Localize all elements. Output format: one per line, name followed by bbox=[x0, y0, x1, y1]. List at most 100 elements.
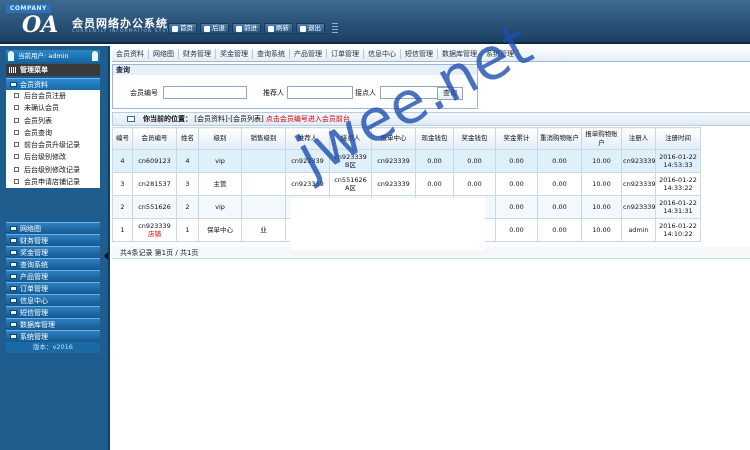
logout-button[interactable]: 退出 bbox=[296, 23, 325, 34]
member-id[interactable]: cn923339 bbox=[138, 222, 171, 230]
member-id-label: 会员编号 bbox=[130, 89, 158, 97]
toolbar-grip-icon bbox=[332, 23, 338, 34]
cell-level: 保单中心 bbox=[198, 218, 242, 242]
sidebar-item-level-edit-log[interactable]: 后台级别修改记录 bbox=[6, 163, 100, 177]
cell-order-account: 10.00 bbox=[581, 149, 622, 173]
sidebar-item-orders[interactable]: 订单管理 bbox=[6, 282, 100, 294]
cell-name: 4 bbox=[176, 149, 199, 173]
sidebar-item-register[interactable]: 后台会员注册 bbox=[6, 90, 100, 103]
table-row[interactable]: 3 cn281537 3 主管 cn923339 cn551626 A区 cn9… bbox=[112, 172, 701, 196]
folder-icon bbox=[10, 286, 17, 291]
cell-member-id[interactable]: cn281537 bbox=[132, 172, 177, 196]
cell-sales-level bbox=[241, 195, 286, 219]
folder-icon bbox=[10, 82, 17, 87]
app-header: COMPANY OA 会员网络办公系统 CURRENTLY INFORMATIO… bbox=[0, 0, 750, 44]
bullet-icon bbox=[14, 179, 19, 185]
col-header: 会员编号 bbox=[132, 127, 177, 150]
logout-label: 退出 bbox=[308, 24, 321, 32]
cell-name: 2 bbox=[176, 195, 199, 219]
sidebar-item-sms[interactable]: 短信管理 bbox=[6, 306, 100, 318]
sidebar-item-bonus[interactable]: 奖金管理 bbox=[6, 246, 100, 258]
pin-icon bbox=[92, 51, 98, 61]
forward-button[interactable]: 前进 bbox=[232, 23, 261, 34]
refresh-icon bbox=[268, 25, 274, 32]
sidebar-item-label: 后台级别修改 bbox=[24, 153, 66, 162]
sidebar-item-query[interactable]: 查询系统 bbox=[6, 258, 100, 270]
table-row[interactable]: 4 cn609123 4 vip cn923339 cn923339 B区 cn… bbox=[112, 149, 701, 173]
bullet-icon bbox=[14, 105, 19, 111]
cell-order-account: 10.00 bbox=[581, 195, 622, 219]
tab-orders[interactable]: 订单管理 bbox=[327, 48, 364, 59]
cell-order-account: 10.00 bbox=[581, 172, 622, 196]
cell-order-account: 10.00 bbox=[581, 218, 622, 242]
home-button[interactable]: 首页 bbox=[168, 23, 197, 34]
folder-icon bbox=[10, 322, 17, 327]
tab-member[interactable]: 会员资料 bbox=[112, 48, 149, 59]
breadcrumb-label: 你当前的位置： bbox=[143, 115, 192, 123]
cell-member-id[interactable]: cn551626 bbox=[132, 195, 177, 219]
cell-bonus-total: 0.00 bbox=[495, 218, 538, 242]
cell-cash: 0.00 bbox=[415, 172, 454, 196]
tab-query[interactable]: 查询系统 bbox=[253, 48, 290, 59]
bullet-icon bbox=[14, 166, 19, 172]
sidebar-group-label: 奖金管理 bbox=[20, 249, 48, 257]
back-button[interactable]: 后退 bbox=[200, 23, 229, 34]
sidebar-item-database[interactable]: 数据库管理 bbox=[6, 318, 100, 330]
member-id-input[interactable] bbox=[163, 86, 247, 99]
cell-name: 1 bbox=[176, 218, 199, 242]
app-logo: OA bbox=[22, 12, 66, 38]
cell-member-id[interactable]: cn609123 bbox=[132, 149, 177, 173]
sidebar-item-products[interactable]: 产品管理 bbox=[6, 270, 100, 282]
app-subtitle: CURRENTLY INFORMATION SYSTEM bbox=[72, 29, 179, 34]
sidebar-group-label: 产品管理 bbox=[20, 273, 48, 281]
sidebar-item-label: 前台会员升级记录 bbox=[24, 141, 80, 150]
forward-arrow-icon bbox=[236, 25, 242, 32]
folder-icon bbox=[10, 310, 17, 315]
cell-time: 2016-01-22 14:53:33 bbox=[655, 149, 701, 173]
sidebar-item-upgrade-log[interactable]: 前台会员升级记录 bbox=[6, 139, 100, 152]
sidebar-item-label: 后台会员注册 bbox=[24, 92, 66, 100]
refresh-button[interactable]: 刷新 bbox=[264, 23, 293, 34]
top-toolbar: 首页 后退 前进 刷新 退出 bbox=[168, 23, 338, 34]
col-header: 编号 bbox=[112, 127, 133, 150]
sidebar-item-network[interactable]: 网络图 bbox=[6, 222, 100, 234]
sidebar-group-label: 信息中心 bbox=[20, 297, 48, 305]
sidebar-item-system[interactable]: 系统管理 bbox=[6, 330, 100, 342]
sidebar-group-label: 财务管理 bbox=[20, 237, 48, 245]
col-header: 注册时间 bbox=[655, 127, 701, 150]
tab-network[interactable]: 网络图 bbox=[149, 48, 179, 59]
cell-bonus-total: 0.00 bbox=[495, 149, 538, 173]
sidebar-item-messages[interactable]: 信息中心 bbox=[6, 294, 100, 306]
sidebar-item-level-edit[interactable]: 后台级别修改 bbox=[6, 151, 100, 164]
cell-time: 2016-01-22 14:10:22 bbox=[655, 218, 701, 242]
bullet-icon bbox=[14, 117, 19, 123]
sidebar-item-member-list[interactable]: 会员列表 bbox=[6, 114, 100, 127]
cell-level: vip bbox=[198, 195, 242, 219]
breadcrumb-path[interactable]: [会员资料]-[会员列表] bbox=[194, 115, 263, 123]
folder-icon bbox=[10, 262, 17, 267]
menu-list-top: 会员资料 后台会员注册 未确认会员 会员列表 会员查询 前台会员升级记录 后台级… bbox=[6, 78, 100, 189]
cell-sales-level: 业 bbox=[241, 218, 286, 242]
sidebar-item-unconfirmed[interactable]: 未确认会员 bbox=[6, 102, 100, 115]
referrer-input[interactable] bbox=[287, 86, 353, 99]
sidebar-item-shop-apply[interactable]: 会员申请店铺记录 bbox=[6, 176, 100, 189]
sidebar-group-member[interactable]: 会员资料 bbox=[6, 78, 100, 90]
sidebar-item-member-search[interactable]: 会员查询 bbox=[6, 126, 100, 140]
sidebar-item-label: 会员申请店铺记录 bbox=[24, 178, 80, 187]
sidebar-group-label: 系统管理 bbox=[20, 333, 48, 341]
cell-bonus: 0.00 bbox=[453, 172, 496, 196]
sidebar-item-finance[interactable]: 财务管理 bbox=[6, 234, 100, 246]
current-user-label: 当前用户: admin bbox=[18, 52, 69, 60]
sidebar: 当前用户: admin 管理菜单 会员资料 后台会员注册 未确认会员 会员列表 … bbox=[0, 46, 108, 450]
folder-icon bbox=[10, 238, 17, 243]
tab-messages[interactable]: 信息中心 bbox=[364, 48, 401, 59]
sidebar-group-label: 数据库管理 bbox=[20, 321, 55, 329]
tab-products[interactable]: 产品管理 bbox=[290, 48, 327, 59]
cell-bonus-total: 0.00 bbox=[495, 195, 538, 219]
cell-time: 2016-01-22 14:33:22 bbox=[655, 172, 701, 196]
cell-member-id[interactable]: cn923339 店铺 bbox=[132, 218, 177, 242]
cell-name: 3 bbox=[176, 172, 199, 196]
tab-bonus[interactable]: 奖金管理 bbox=[216, 48, 253, 59]
list-icon bbox=[127, 116, 135, 122]
tab-finance[interactable]: 财务管理 bbox=[179, 48, 216, 59]
